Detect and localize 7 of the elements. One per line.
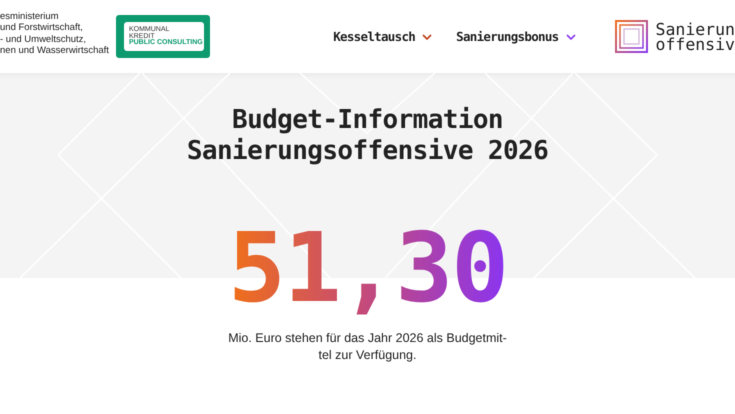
page-title: Budget-Information Sanierungsoffensive 2026 [186, 104, 550, 167]
budget-caption: Mio. Euro stehen für das Jahr 2026 als Budgetmit-tel zur Verfügung. [227, 330, 508, 364]
brand-name[interactable]: Sanierun offensiv [656, 22, 735, 52]
nav-dropdown[interactable]: Kesseltausch [333, 29, 432, 44]
ministry-name: esministerium und Forstwirtschaft, - und Umweltschutz, nen und Wasserwirtschaft [0, 10, 109, 56]
nested-squares-icon [614, 20, 648, 53]
nav-dropdown[interactable]: Sanierungsbonus [456, 29, 576, 44]
